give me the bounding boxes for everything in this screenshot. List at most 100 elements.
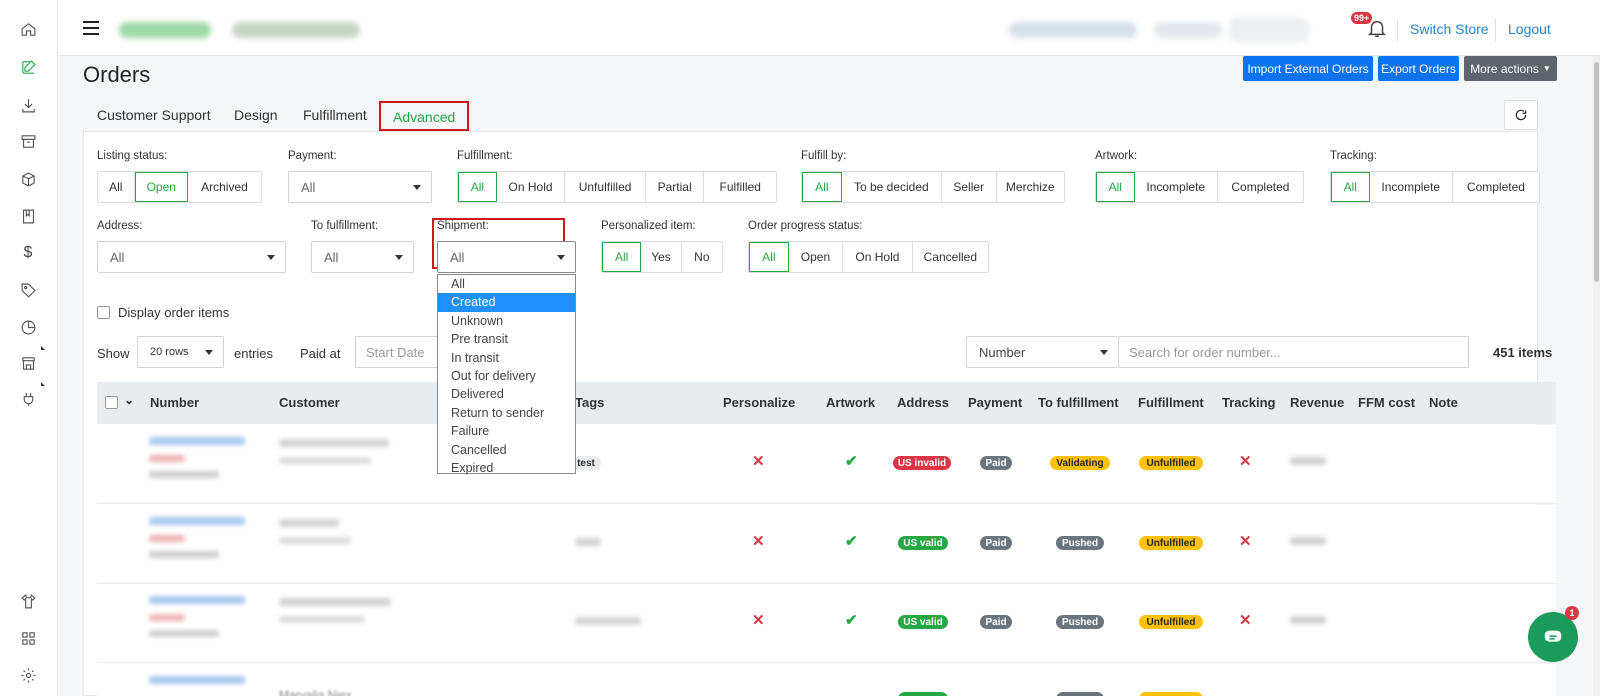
shirt-icon[interactable]	[17, 590, 39, 612]
tab-customer-support[interactable]: Customer Support	[97, 101, 211, 131]
personalized-no[interactable]: No	[681, 242, 722, 272]
items-count: 451 items	[1493, 345, 1553, 360]
fulfillment-all[interactable]: All	[458, 172, 497, 202]
logout-link[interactable]: Logout	[1508, 21, 1551, 37]
cube-icon[interactable]	[17, 168, 39, 190]
caret-down-icon	[557, 255, 565, 260]
artwork-incomplete[interactable]: Incomplete	[1134, 172, 1218, 202]
tracking-completed[interactable]: Completed	[1452, 172, 1539, 202]
shipment-dropdown-list: All Created Unknown Pre transit In trans…	[437, 274, 576, 477]
archive-icon[interactable]	[17, 130, 39, 152]
order-progress-all[interactable]: All	[749, 242, 789, 272]
start-date-input[interactable]: Start Date	[355, 336, 440, 368]
personalized-yes[interactable]: Yes	[641, 242, 682, 272]
table-row[interactable]: ✕ ✔ US valid Paid Pushed Unfulfilled ✕	[97, 584, 1556, 663]
book-icon[interactable]	[17, 205, 39, 227]
artwork-all[interactable]: All	[1096, 172, 1135, 202]
shipment-option-delivered[interactable]: Delivered	[438, 385, 575, 403]
refresh-button[interactable]	[1504, 100, 1538, 130]
search-type-select[interactable]: Number	[966, 336, 1119, 368]
listing-archived[interactable]: Archived	[187, 172, 261, 202]
personalize-x-icon: ✕	[752, 612, 765, 629]
shipment-option-cancelled[interactable]: Cancelled	[438, 441, 575, 459]
fulfill-by-tbd[interactable]: To be decided	[841, 172, 942, 202]
order-number[interactable]	[149, 676, 245, 684]
edit-icon[interactable]	[17, 56, 39, 78]
rows-per-page-select[interactable]: 20 rows	[137, 336, 224, 368]
order-progress-cancelled[interactable]: Cancelled	[912, 242, 988, 272]
menu-toggle-icon[interactable]	[83, 21, 99, 35]
caret-down-icon	[267, 255, 275, 260]
fulfill-by-seller[interactable]: Seller	[941, 172, 997, 202]
col-address: Address	[897, 395, 950, 410]
notification-badge: 99+	[1351, 12, 1373, 24]
select-all-checkbox[interactable]	[105, 396, 118, 409]
grid-icon[interactable]	[17, 627, 39, 649]
dollar-icon[interactable]: $	[17, 242, 39, 264]
download-icon[interactable]	[17, 94, 39, 116]
tab-design[interactable]: Design	[234, 101, 278, 131]
personalized-label: Personalized item:	[601, 220, 696, 232]
fulfillment-unfulfilled[interactable]: Unfulfilled	[565, 172, 646, 202]
listing-all[interactable]: All	[98, 172, 135, 202]
scrollbar-thumb[interactable]	[1594, 62, 1599, 282]
shipment-option-return-to-sender[interactable]: Return to sender	[438, 404, 575, 422]
display-items-checkbox[interactable]	[97, 306, 110, 319]
tracking-all[interactable]: All	[1331, 172, 1370, 202]
gear-icon[interactable]	[17, 664, 39, 686]
table-row[interactable]: ✕ ✔ US valid Paid Pushed Unfulfilled ✕	[97, 505, 1556, 584]
shipment-option-out-for-delivery[interactable]: Out for delivery	[438, 367, 575, 385]
shipment-option-failure[interactable]: Failure	[438, 422, 575, 440]
artwork-check-icon: ✔	[845, 612, 858, 629]
address-select[interactable]: All	[97, 241, 286, 273]
switch-store-link[interactable]: Switch Store	[1410, 21, 1489, 37]
order-progress-on-hold[interactable]: On Hold	[843, 242, 913, 272]
to-fulfillment-badge	[1056, 692, 1104, 696]
shipment-option-unknown[interactable]: Unknown	[438, 312, 575, 330]
shipment-option-pre-transit[interactable]: Pre transit	[438, 330, 575, 348]
import-external-orders-button[interactable]: Import External Orders	[1243, 56, 1373, 81]
tab-fulfillment[interactable]: Fulfillment	[303, 101, 367, 131]
fulfillment-fulfilled[interactable]: Fulfilled	[704, 172, 776, 202]
tag-icon[interactable]	[17, 279, 39, 301]
tag-badge	[575, 617, 641, 625]
fulfill-by-merchize[interactable]: Merchize	[996, 172, 1064, 202]
order-progress-open[interactable]: Open	[788, 242, 844, 272]
rows-value: 20 rows	[150, 346, 189, 358]
chart-icon[interactable]	[17, 316, 39, 338]
order-number[interactable]	[149, 437, 245, 445]
payment-select[interactable]: All	[288, 171, 432, 203]
shipment-option-created[interactable]: Created	[438, 293, 575, 312]
col-customer: Customer	[279, 395, 340, 410]
shipment-option-all[interactable]: All	[438, 275, 575, 293]
fulfillment-partial[interactable]: Partial	[645, 172, 705, 202]
fulfillment-on-hold[interactable]: On Hold	[496, 172, 566, 202]
caret-down-icon	[205, 350, 213, 355]
artwork-check-icon: ✔	[845, 453, 858, 470]
table-row[interactable]: test ✕ ✔ US invalid Paid Validating Unfu…	[97, 425, 1556, 504]
order-number[interactable]	[149, 596, 245, 604]
payment-value: All	[301, 179, 316, 195]
chevron-down-icon[interactable]: ⌄	[124, 393, 134, 407]
store-icon[interactable]	[17, 346, 45, 374]
order-number[interactable]	[149, 517, 245, 525]
search-input[interactable]: Search for order number...	[1118, 336, 1469, 368]
plug-icon[interactable]	[17, 382, 45, 410]
table-row[interactable]: Marvalia Niex	[97, 664, 1556, 696]
to-fulfillment-select[interactable]: All	[311, 241, 414, 273]
artwork-completed[interactable]: Completed	[1217, 172, 1303, 202]
personalized-all[interactable]: All	[602, 242, 642, 272]
shipment-option-in-transit[interactable]: In transit	[438, 349, 575, 367]
tracking-incomplete[interactable]: Incomplete	[1369, 172, 1453, 202]
fulfill-by-all[interactable]: All	[802, 172, 842, 202]
shipment-select[interactable]: All	[437, 241, 576, 273]
tab-advanced[interactable]: Advanced	[379, 101, 470, 131]
revenue-value	[1290, 616, 1326, 624]
shipment-option-expired[interactable]: Expired	[438, 459, 575, 477]
order-date	[149, 630, 219, 637]
listing-open[interactable]: Open	[134, 172, 188, 202]
more-actions-button[interactable]: More actions ▼	[1464, 56, 1557, 81]
table-header: ⌄ Number Customer Tags Personalize Artwo…	[97, 382, 1556, 424]
home-icon[interactable]	[17, 18, 39, 40]
export-orders-button[interactable]: Export Orders	[1378, 56, 1459, 81]
